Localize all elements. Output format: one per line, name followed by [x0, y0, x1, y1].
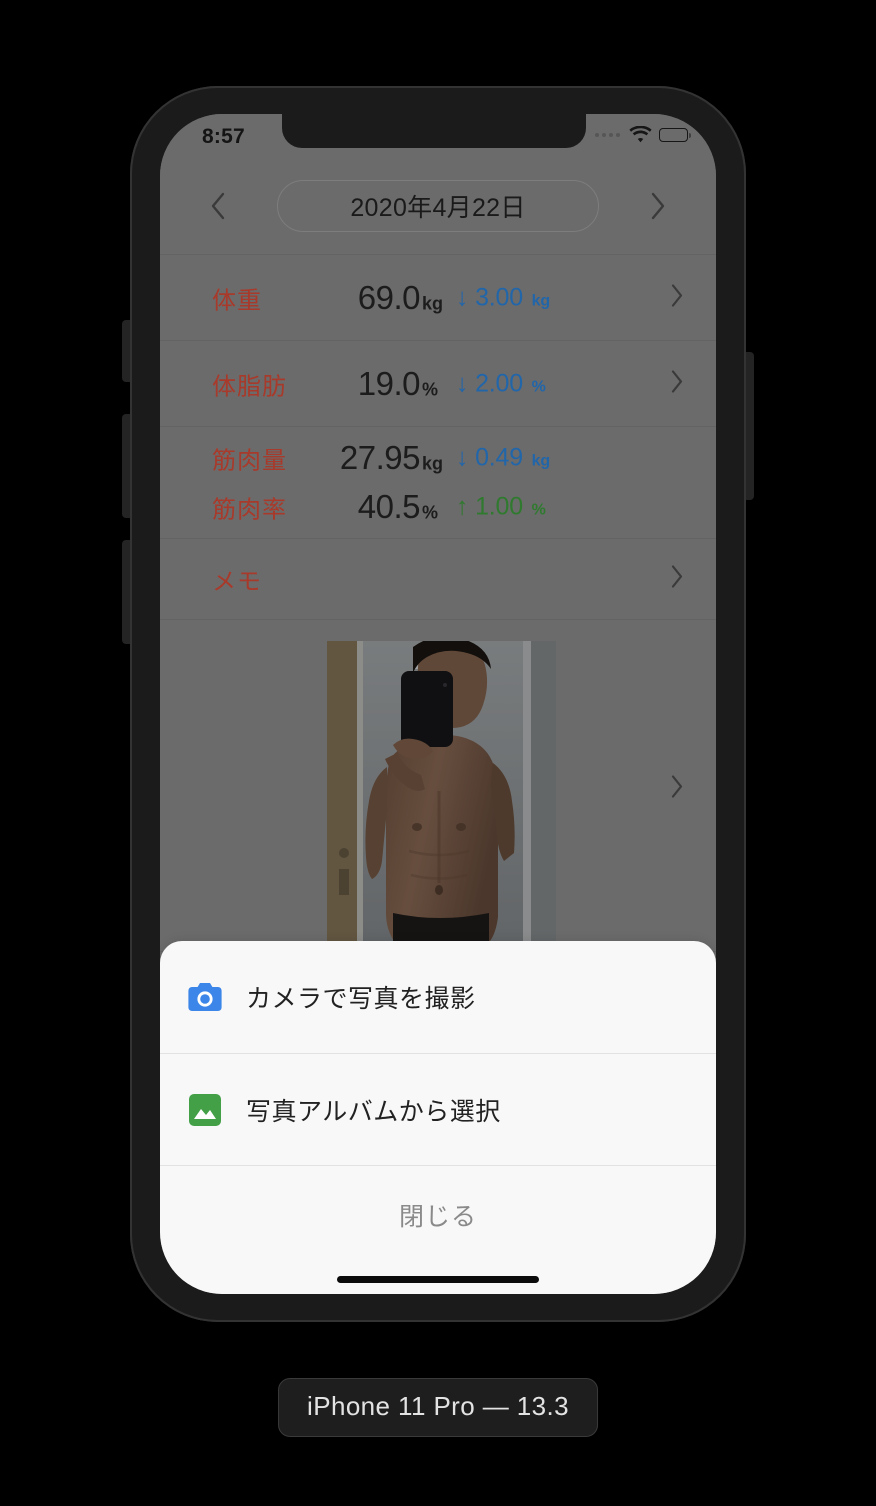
memo-label: メモ: [212, 568, 262, 596]
progress-photo-thumbnail[interactable]: [327, 641, 556, 944]
metrics-list: 体重 69.0 kg ↓ 3.00 kg 体脂肪 19.0 % ↓ 2.00 %…: [160, 254, 716, 620]
chevron-left-icon: [211, 192, 225, 220]
row-disclosure-icon[interactable]: [670, 565, 684, 594]
metric-row-muscle[interactable]: 筋肉量 27.95 kg ↓ 0.49 kg 筋肉率 40.5 % ↑ 1.00…: [160, 426, 716, 538]
metric-subrow-muscle-mass: 筋肉量 27.95 kg ↓ 0.49 kg: [160, 433, 716, 482]
metric-label: 筋肉量: [212, 447, 287, 474]
chevron-right-icon: [671, 565, 683, 588]
signal-dots-icon: [595, 132, 620, 137]
volume-up-button[interactable]: [122, 414, 132, 518]
photo-album-icon: [188, 1093, 222, 1127]
delta-value: 2.00: [475, 369, 523, 397]
photo-disclosure-icon[interactable]: [670, 774, 684, 803]
phone-notch: [282, 114, 586, 148]
device-caption: iPhone 11 Pro — 13.3: [278, 1378, 598, 1437]
power-button[interactable]: [744, 352, 754, 500]
memo-row[interactable]: メモ: [160, 538, 716, 620]
delta-unit: %: [531, 378, 546, 395]
chevron-right-icon: [671, 774, 683, 798]
chevron-right-icon: [671, 283, 683, 307]
delta-unit: %: [531, 501, 546, 518]
row-disclosure-icon[interactable]: [670, 283, 684, 312]
status-time: 8:57: [202, 125, 245, 148]
delta-arrow-icon: ↓: [456, 369, 469, 397]
action-sheet-close-button[interactable]: 閉じる: [160, 1165, 716, 1264]
chevron-right-icon: [651, 192, 665, 220]
metric-unit: kg: [422, 453, 444, 473]
phone-screen: 8:57 2020年4月22日 体重 69.0 kg ↓ 3.00 kg 体脂肪…: [160, 114, 716, 1294]
metric-unit: kg: [422, 293, 444, 313]
delta-value: 3.00: [475, 283, 523, 311]
date-selector-button[interactable]: 2020年4月22日: [277, 180, 599, 232]
chevron-right-icon: [671, 369, 683, 393]
delta-arrow-icon: ↓: [456, 283, 469, 311]
metric-value: 27.95: [339, 438, 421, 476]
photo-source-action-sheet: カメラで写真を撮影 写真アルバムから選択 閉じる: [160, 941, 716, 1294]
action-sheet-item-camera[interactable]: カメラで写真を撮影: [160, 941, 716, 1053]
app-content: 8:57 2020年4月22日 体重 69.0 kg ↓ 3.00 kg 体脂肪…: [160, 114, 716, 1294]
action-sheet-item-label: 写真アルバムから選択: [246, 1097, 501, 1126]
next-date-button[interactable]: [638, 186, 678, 226]
row-disclosure-icon[interactable]: [670, 369, 684, 398]
delta-value: 0.49: [475, 443, 523, 471]
metric-delta: ↑ 1.00 %: [456, 492, 546, 521]
metric-row-weight[interactable]: 体重 69.0 kg ↓ 3.00 kg: [160, 254, 716, 340]
mute-switch[interactable]: [122, 320, 132, 382]
wifi-icon: [629, 126, 652, 143]
previous-date-button[interactable]: [198, 186, 238, 226]
delta-value: 1.00: [475, 492, 523, 520]
metric-unit: %: [422, 502, 439, 522]
metric-value: 69.0: [357, 278, 421, 316]
camera-icon: [188, 980, 222, 1014]
battery-full-icon: [659, 127, 691, 142]
metric-delta: ↓ 3.00 kg: [456, 283, 550, 312]
delta-unit: kg: [531, 452, 550, 469]
metric-unit: %: [422, 379, 439, 399]
progress-photo-image: [327, 641, 556, 944]
delta-unit: kg: [531, 292, 550, 309]
metric-label: 体脂肪: [212, 373, 287, 400]
metric-value: 40.5: [357, 487, 421, 525]
action-sheet-item-label: カメラで写真を撮影: [246, 985, 476, 1013]
metric-value: 19.0: [357, 364, 421, 402]
metric-label: 筋肉率: [212, 496, 287, 523]
metric-label: 体重: [212, 287, 262, 314]
action-sheet-item-photo-album[interactable]: 写真アルバムから選択: [160, 1053, 716, 1165]
home-indicator[interactable]: [337, 1275, 539, 1283]
status-indicators: [595, 126, 691, 143]
metric-delta: ↓ 0.49 kg: [456, 443, 550, 472]
action-sheet-close-label: 閉じる: [398, 1203, 477, 1231]
photo-section[interactable]: [160, 626, 716, 952]
volume-down-button[interactable]: [122, 540, 132, 644]
home-indicator-area: [160, 1264, 716, 1294]
selected-date-label: 2020年4月22日: [350, 194, 526, 222]
delta-arrow-icon: ↑: [456, 492, 469, 520]
delta-arrow-icon: ↓: [456, 443, 469, 471]
date-navigation-header: 2020年4月22日: [160, 158, 716, 254]
metric-delta: ↓ 2.00 %: [456, 369, 546, 398]
metric-subrow-muscle-rate: 筋肉率 40.5 % ↑ 1.00 %: [160, 482, 716, 531]
metric-row-body-fat[interactable]: 体脂肪 19.0 % ↓ 2.00 %: [160, 340, 716, 426]
